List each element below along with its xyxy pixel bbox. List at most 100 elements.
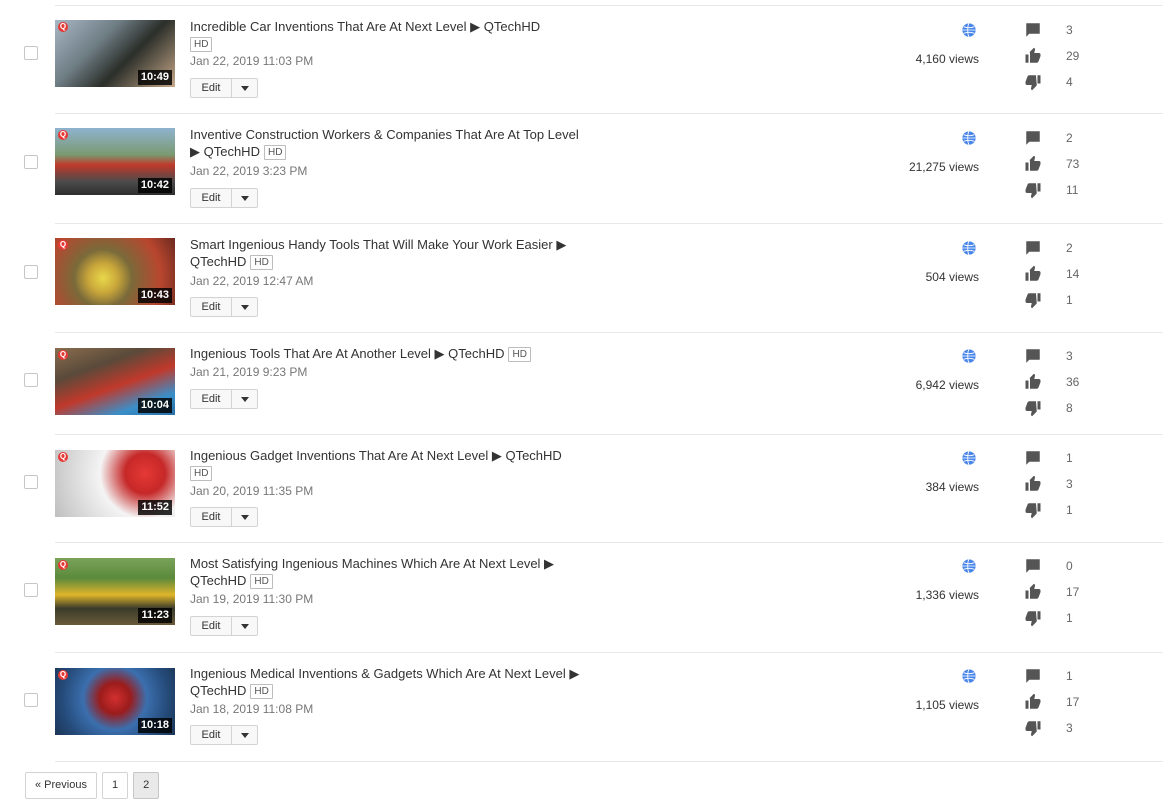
video-duration: 10:18 xyxy=(137,718,172,733)
video-thumbnail[interactable]: Q 10:04 xyxy=(55,348,175,415)
channel-badge-icon: Q xyxy=(58,560,68,570)
edit-button[interactable]: Edit xyxy=(191,79,232,97)
video-title-text[interactable]: Ingenious Gadget Inventions That Are At … xyxy=(190,448,562,463)
video-title-text[interactable]: Smart Ingenious Handy Tools That Will Ma… xyxy=(190,237,566,269)
video-row: Q 10:04 Ingenious Tools That Are At Anot… xyxy=(0,333,1163,435)
video-date: Jan 20, 2019 11:35 PM xyxy=(190,484,314,498)
thumbs-down-icon xyxy=(1025,183,1041,199)
video-duration: 10:43 xyxy=(137,288,172,303)
edit-button[interactable]: Edit xyxy=(191,189,232,207)
edit-dropdown-caret-icon[interactable] xyxy=(232,79,257,97)
globe-icon[interactable] xyxy=(961,130,977,146)
comment-count: 1 xyxy=(1066,669,1073,683)
dislike-count: 3 xyxy=(1066,721,1073,735)
video-title-text[interactable]: Ingenious Tools That Are At Another Leve… xyxy=(190,346,504,361)
hd-badge: HD xyxy=(250,684,273,699)
edit-dropdown-caret-icon[interactable] xyxy=(232,189,257,207)
thumbs-up-icon xyxy=(1025,583,1041,599)
like-count: 17 xyxy=(1066,695,1080,709)
channel-badge-icon: Q xyxy=(58,452,68,462)
edit-button[interactable]: Edit xyxy=(191,726,232,744)
thumbs-up-icon xyxy=(1025,693,1041,709)
hd-badge: HD xyxy=(263,145,287,160)
edit-dropdown-caret-icon[interactable] xyxy=(232,617,257,635)
video-title[interactable]: Ingenious Medical Inventions & Gadgets W… xyxy=(190,665,580,699)
dislike-count: 11 xyxy=(1066,183,1079,197)
edit-dropdown-caret-icon[interactable] xyxy=(232,726,257,744)
edit-button-group: Edit xyxy=(190,297,258,317)
globe-icon[interactable] xyxy=(961,450,977,466)
edit-button[interactable]: Edit xyxy=(191,617,232,635)
edit-dropdown-caret-icon[interactable] xyxy=(232,508,257,526)
edit-dropdown-caret-icon[interactable] xyxy=(232,390,257,408)
page-2-button[interactable]: 2 xyxy=(133,772,160,799)
video-title[interactable]: Ingenious Tools That Are At Another Leve… xyxy=(190,345,580,362)
thumbs-down-icon xyxy=(1025,75,1041,91)
video-title-text[interactable]: Inventive Construction Workers & Compani… xyxy=(190,127,579,159)
video-title-text[interactable]: Ingenious Medical Inventions & Gadgets W… xyxy=(190,666,579,698)
video-title[interactable]: Ingenious Gadget Inventions That Are At … xyxy=(190,447,580,481)
previous-page-button[interactable]: « Previous xyxy=(25,772,97,799)
comment-icon xyxy=(1026,349,1040,363)
globe-icon[interactable] xyxy=(961,348,977,364)
video-title[interactable]: Inventive Construction Workers & Compani… xyxy=(190,126,580,160)
row-checkbox[interactable] xyxy=(24,46,38,60)
thumbs-up-icon xyxy=(1025,155,1041,171)
video-title-text[interactable]: Most Satisfying Ingenious Machines Which… xyxy=(190,556,554,588)
comment-icon xyxy=(1026,241,1040,255)
row-checkbox[interactable] xyxy=(24,583,38,597)
comment-count: 2 xyxy=(1066,131,1073,145)
row-checkbox[interactable] xyxy=(24,693,38,707)
thumbs-up-icon xyxy=(1025,475,1041,491)
comment-count: 3 xyxy=(1066,349,1073,363)
edit-button-group: Edit xyxy=(190,78,258,98)
globe-icon[interactable] xyxy=(961,240,977,256)
video-title[interactable]: Most Satisfying Ingenious Machines Which… xyxy=(190,555,580,589)
view-count: 1,336 views xyxy=(915,588,979,602)
dislike-count: 8 xyxy=(1066,401,1073,415)
hd-badge: HD xyxy=(250,255,273,270)
edit-dropdown-caret-icon[interactable] xyxy=(232,298,257,316)
globe-icon[interactable] xyxy=(961,668,977,684)
video-thumbnail[interactable]: Q 11:52 xyxy=(55,450,175,517)
row-checkbox[interactable] xyxy=(24,475,38,489)
comment-count: 1 xyxy=(1066,451,1073,465)
comment-icon xyxy=(1026,131,1040,145)
view-count: 21,275 views xyxy=(908,160,979,174)
like-count: 36 xyxy=(1066,375,1080,389)
row-checkbox[interactable] xyxy=(24,373,38,387)
thumbs-down-icon xyxy=(1025,293,1041,309)
video-thumbnail[interactable]: Q 10:18 xyxy=(55,668,175,735)
thumbs-down-icon xyxy=(1025,611,1041,627)
view-count: 4,160 views xyxy=(915,52,979,66)
like-count: 29 xyxy=(1066,49,1080,63)
video-title[interactable]: Incredible Car Inventions That Are At Ne… xyxy=(190,18,580,52)
video-thumbnail[interactable]: Q 11:23 xyxy=(55,558,175,625)
row-checkbox[interactable] xyxy=(24,265,38,279)
edit-button[interactable]: Edit xyxy=(191,298,232,316)
edit-button-group: Edit xyxy=(190,188,258,208)
hd-badge: HD xyxy=(190,37,213,52)
dislike-count: 1 xyxy=(1066,611,1073,625)
video-thumbnail[interactable]: Q 10:42 xyxy=(55,128,175,195)
video-title-text[interactable]: Incredible Car Inventions That Are At Ne… xyxy=(190,19,540,34)
view-count: 384 views xyxy=(925,480,979,494)
video-thumbnail[interactable]: Q 10:43 xyxy=(55,238,175,305)
video-duration: 10:04 xyxy=(137,398,172,413)
like-count: 17 xyxy=(1066,585,1080,599)
edit-button-group: Edit xyxy=(190,616,258,636)
video-date: Jan 22, 2019 3:23 PM xyxy=(190,164,308,178)
comment-count: 3 xyxy=(1066,23,1073,37)
video-thumbnail[interactable]: Q 10:49 xyxy=(55,20,175,87)
globe-icon[interactable] xyxy=(961,558,977,574)
video-row: Q 10:43 Smart Ingenious Handy Tools That… xyxy=(0,224,1163,333)
edit-button[interactable]: Edit xyxy=(191,390,232,408)
page-1-button[interactable]: 1 xyxy=(101,772,129,799)
edit-button[interactable]: Edit xyxy=(191,508,232,526)
thumbs-up-icon xyxy=(1025,47,1041,63)
edit-button-group: Edit xyxy=(190,507,258,527)
video-row: Q 10:49 Incredible Car Inventions That A… xyxy=(0,6,1163,114)
globe-icon[interactable] xyxy=(961,22,977,38)
row-checkbox[interactable] xyxy=(24,155,38,169)
video-title[interactable]: Smart Ingenious Handy Tools That Will Ma… xyxy=(190,236,580,270)
